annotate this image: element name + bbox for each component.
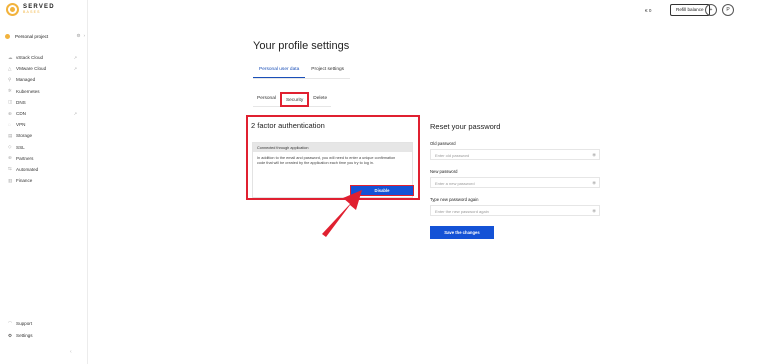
sidebar-item-kubernetes[interactable]: ✲ Kubernetes bbox=[0, 86, 88, 97]
subtab-security[interactable]: Security bbox=[279, 92, 310, 107]
kubernetes-icon: ✲ bbox=[8, 88, 12, 94]
sidebar-item-label: vStack Cloud bbox=[16, 55, 44, 61]
sidebar-item-label: VMware Cloud bbox=[16, 66, 47, 72]
chevron-right-icon[interactable]: › bbox=[84, 33, 86, 39]
brand-sub: BASES bbox=[23, 10, 41, 15]
sidebar-item-partners[interactable]: ⊛ Partners bbox=[0, 153, 88, 164]
new-password-placeholder: Enter a new password bbox=[435, 181, 475, 186]
repeat-password-label: Type new password again bbox=[430, 197, 479, 202]
sidebar-item-dns[interactable]: ◫ DNS bbox=[0, 97, 88, 108]
sidebar-item-managed[interactable]: ⚲ Managed bbox=[0, 74, 88, 85]
avatar[interactable]: P bbox=[722, 4, 734, 16]
sidebar-nav: ☁ vStack Cloud ↗ △ VMware Cloud ↗ ⚲ Managed ✲… bbox=[0, 52, 88, 186]
finance-icon: ▥ bbox=[8, 177, 13, 183]
sidebar-item-label: Finance bbox=[16, 178, 33, 184]
vmware-icon: △ bbox=[8, 65, 12, 71]
repeat-password-placeholder: Enter the new password again bbox=[435, 209, 489, 214]
ssl-icon: ◇ bbox=[8, 144, 12, 150]
vpn-icon: ◌ bbox=[8, 122, 11, 128]
twofa-title: 2 factor authentication bbox=[251, 121, 325, 130]
sidebar-bottom-nav: ◠ Support ⚙ Settings bbox=[0, 317, 88, 342]
project-selector[interactable]: Personal project ⚙ › bbox=[5, 31, 85, 41]
sidebar-item-label: SSL bbox=[16, 144, 25, 150]
arrow-shape bbox=[322, 190, 362, 237]
sidebar-item-vpn[interactable]: ◌ VPN bbox=[0, 119, 88, 130]
eye-icon[interactable]: ◉ bbox=[592, 152, 596, 158]
sidebar-item-label: Automated bbox=[16, 166, 39, 172]
collapse-sidebar-icon[interactable]: ‹ bbox=[70, 349, 72, 355]
cloud-icon: ☁ bbox=[8, 54, 13, 60]
old-password-label: Old password bbox=[430, 141, 456, 146]
reset-password-title: Reset your password bbox=[430, 122, 501, 131]
old-password-field[interactable]: Enter old password ◉ bbox=[430, 149, 600, 160]
twofa-description: In addition to the email and password, y… bbox=[257, 156, 396, 165]
annotation-arrow-icon bbox=[322, 190, 362, 237]
tab-project-settings[interactable]: Project settings bbox=[305, 63, 350, 78]
cdn-icon: ⊕ bbox=[8, 110, 12, 116]
save-changes-button[interactable]: Save the changes bbox=[430, 226, 494, 239]
sidebar-item-storage[interactable]: ▤ Storage bbox=[0, 130, 88, 141]
dns-icon: ◫ bbox=[8, 99, 13, 105]
repeat-password-field[interactable]: Enter the new password again ◉ bbox=[430, 205, 600, 216]
balance-amount: € 0 bbox=[645, 8, 652, 13]
brand-logo[interactable]: SERVED BASES bbox=[6, 3, 55, 16]
external-link-icon: ↗ bbox=[73, 66, 77, 72]
page-title: Your profile settings bbox=[253, 40, 350, 52]
new-password-field[interactable]: Enter a new password ◉ bbox=[430, 177, 600, 188]
sidebar-item-ssl[interactable]: ◇ SSL bbox=[0, 142, 88, 153]
topbar bbox=[88, 0, 768, 22]
add-icon[interactable]: + bbox=[705, 4, 717, 16]
tab-personal-user-data[interactable]: Personal user data bbox=[253, 63, 306, 78]
sidebar-item-automated[interactable]: ⇆ Automated bbox=[0, 164, 88, 175]
sidebar-item-support[interactable]: ◠ Support bbox=[0, 317, 88, 330]
sidebar-item-label: VPN bbox=[16, 122, 26, 128]
project-name: Personal project bbox=[15, 33, 49, 39]
sidebar-item-label: Partners bbox=[16, 155, 34, 161]
automated-icon: ⇆ bbox=[8, 166, 12, 172]
sidebar-item-label: Settings bbox=[16, 333, 33, 339]
eye-icon[interactable]: ◉ bbox=[592, 208, 596, 214]
profile-subtabs: Personal Security Delete bbox=[253, 92, 332, 107]
settings-icon: ⚙ bbox=[8, 332, 13, 338]
external-link-icon: ↗ bbox=[73, 55, 77, 61]
sidebar-item-label: Support bbox=[16, 320, 33, 326]
project-settings-icon[interactable]: ⚙ bbox=[76, 33, 80, 39]
profile-tabs: Personal user data Project settings bbox=[253, 63, 351, 79]
sidebar-item-label: Kubernetes bbox=[16, 88, 40, 94]
sidebar-item-vstack-cloud[interactable]: ☁ vStack Cloud ↗ bbox=[0, 52, 88, 63]
sidebar-item-label: DNS bbox=[16, 99, 26, 105]
subtab-delete[interactable]: Delete bbox=[309, 92, 331, 107]
partners-icon: ⊛ bbox=[8, 155, 12, 161]
eye-icon[interactable]: ◉ bbox=[592, 180, 596, 186]
support-icon: ◠ bbox=[8, 320, 12, 326]
sidebar-item-finance[interactable]: ▥ Finance bbox=[0, 175, 88, 186]
project-icon bbox=[5, 33, 10, 39]
storage-icon: ▤ bbox=[8, 132, 13, 138]
managed-icon: ⚲ bbox=[8, 76, 12, 82]
sidebar: SERVED BASES Personal project ⚙ › ☁ vStac… bbox=[0, 0, 88, 364]
external-link-icon: ↗ bbox=[73, 111, 77, 117]
sidebar-item-cdn[interactable]: ⊕ CDN ↗ bbox=[0, 108, 88, 119]
refill-balance-button[interactable]: Refill balance bbox=[670, 4, 710, 16]
subtab-personal[interactable]: Personal bbox=[253, 92, 280, 107]
sidebar-item-label: CDN bbox=[16, 111, 26, 117]
new-password-label: New password bbox=[430, 169, 458, 174]
twofa-status: Connected through application bbox=[253, 143, 412, 152]
sidebar-item-settings[interactable]: ⚙ Settings bbox=[0, 330, 88, 343]
sidebar-item-label: Managed bbox=[16, 77, 36, 83]
old-password-placeholder: Enter old password bbox=[435, 153, 470, 158]
sidebar-item-vmware-cloud[interactable]: △ VMware Cloud ↗ bbox=[0, 63, 88, 74]
logo-icon bbox=[6, 3, 19, 16]
sidebar-item-label: Storage bbox=[16, 133, 33, 139]
